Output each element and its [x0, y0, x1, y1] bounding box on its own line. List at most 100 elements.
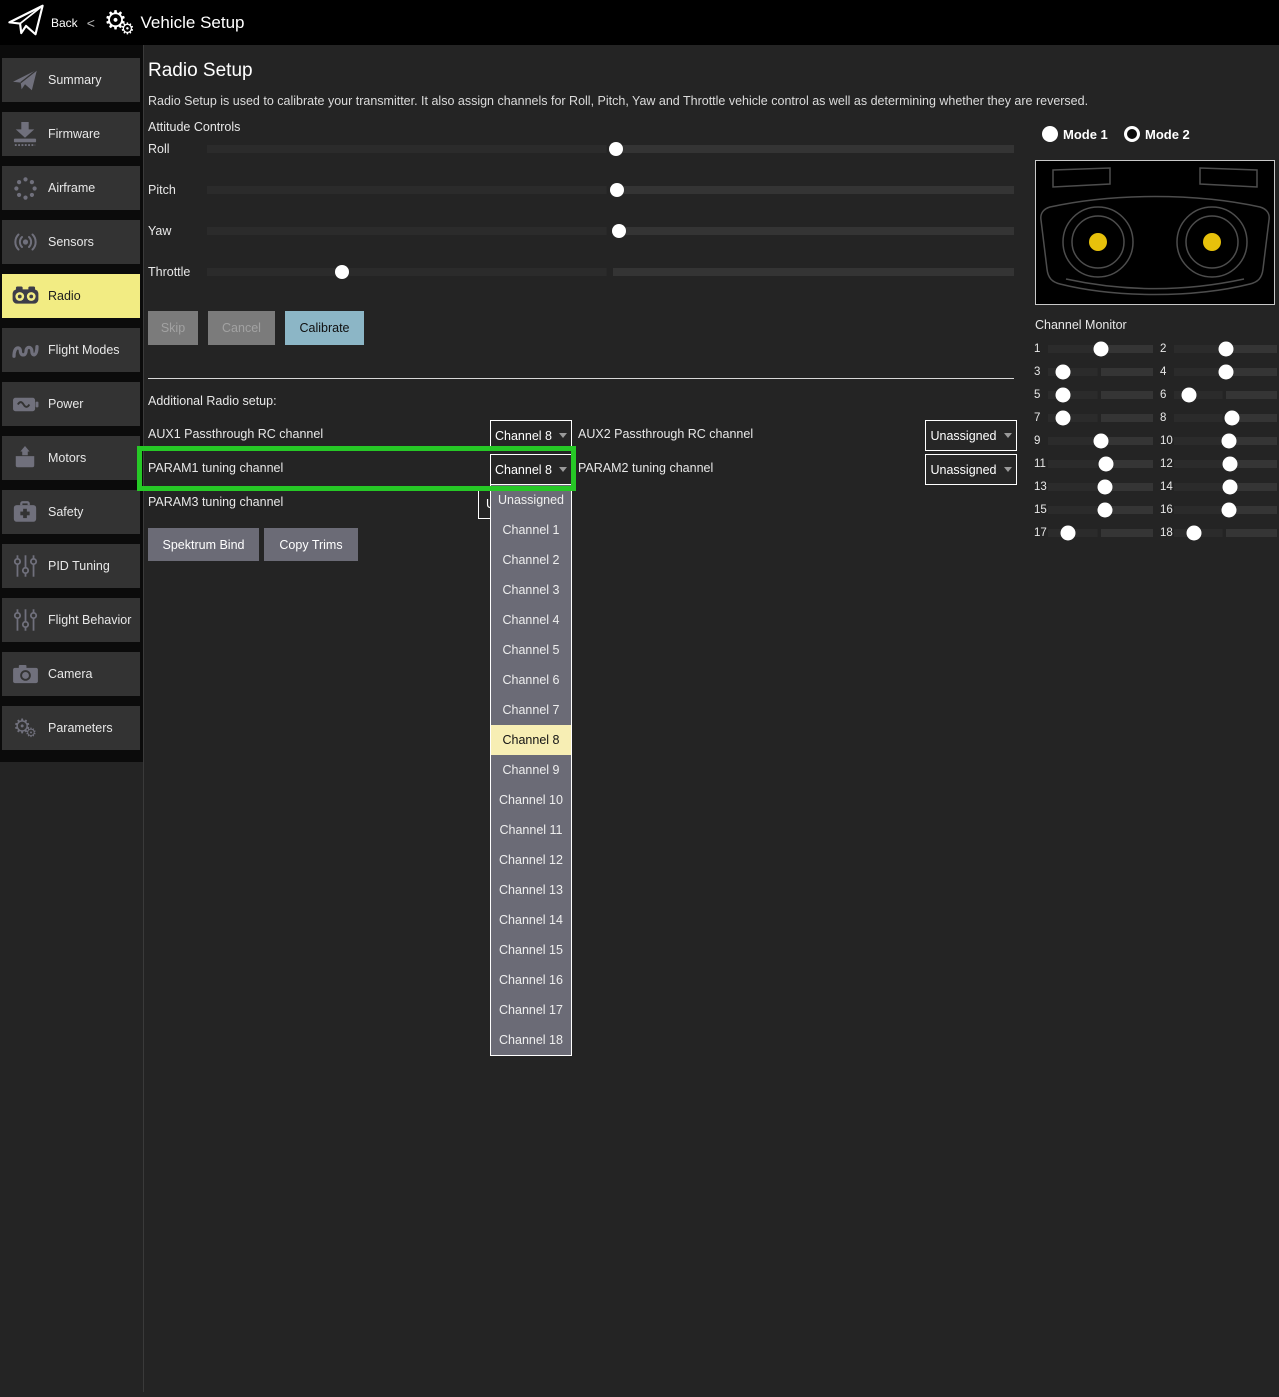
sidebar-item-radio[interactable]: Radio: [2, 274, 140, 318]
roll-slider-thumb[interactable]: [609, 142, 623, 156]
throttle-slider: [207, 268, 1014, 276]
breadcrumb-separator: <: [87, 15, 95, 31]
channel-dropdown-list: Unassigned Channel 1 Channel 2 Channel 3…: [490, 484, 572, 1056]
chevron-down-icon: [1004, 467, 1012, 472]
channel-monitor-row: 1 2: [1034, 337, 1276, 360]
dropdown-option[interactable]: Channel 12: [491, 845, 571, 875]
channel-number: 10: [1160, 435, 1172, 447]
channel-thumb: [1222, 456, 1237, 471]
channel-bar: [1174, 391, 1277, 399]
throttle-slider-thumb[interactable]: [335, 265, 349, 279]
param1-channel-dropdown[interactable]: Channel 8: [490, 454, 572, 485]
param3-label: PARAM3 tuning channel: [148, 495, 283, 509]
sidebar-item-flight-modes[interactable]: Flight Modes: [2, 328, 140, 372]
sidebar-item-label: Power: [48, 397, 83, 411]
channel-number: 13: [1034, 481, 1046, 493]
sidebar-item-firmware[interactable]: Firmware: [2, 112, 140, 156]
channel-bar: [1174, 506, 1277, 514]
mode1-label: Mode 1: [1063, 127, 1108, 142]
channel-bar: [1174, 460, 1277, 468]
spektrum-bind-button[interactable]: Spektrum Bind: [148, 528, 259, 561]
throttle-label: Throttle: [148, 265, 190, 279]
channel-bar: [1048, 391, 1153, 399]
sidebar-item-label: Flight Modes: [48, 343, 120, 357]
channel-number: 7: [1034, 412, 1046, 424]
channel-bar: [1048, 460, 1153, 468]
dropdown-option[interactable]: Channel 2: [491, 545, 571, 575]
sidebar-item-sensors[interactable]: Sensors: [2, 220, 140, 264]
dropdown-option[interactable]: Channel 10: [491, 785, 571, 815]
roll-slider: [207, 145, 1014, 153]
dropdown-option[interactable]: Channel 4: [491, 605, 571, 635]
sidebar-item-label: PID Tuning: [48, 559, 110, 573]
dropdown-option[interactable]: Channel 3: [491, 575, 571, 605]
dropdown-option[interactable]: Channel 14: [491, 905, 571, 935]
dropdown-option[interactable]: Channel 9: [491, 755, 571, 785]
dropdown-value: Channel 8: [495, 429, 552, 443]
dropdown-option-selected[interactable]: Channel 8: [491, 725, 571, 755]
pitch-slider-thumb[interactable]: [610, 183, 624, 197]
channel-bar: [1048, 506, 1153, 514]
channel-number: 12: [1160, 458, 1172, 470]
roll-label: Roll: [148, 142, 170, 156]
dropdown-option[interactable]: Channel 16: [491, 965, 571, 995]
sidebar-item-flight-behavior[interactable]: Flight Behavior: [2, 598, 140, 642]
dropdown-option[interactable]: Channel 13: [491, 875, 571, 905]
aux2-channel-dropdown[interactable]: Unassigned: [925, 420, 1017, 451]
mode1-radio-button[interactable]: [1042, 126, 1058, 142]
mode2-label: Mode 2: [1145, 127, 1190, 142]
channel-monitor-row: 17 18: [1034, 521, 1276, 544]
yaw-label: Yaw: [148, 224, 171, 238]
dropdown-option[interactable]: Channel 6: [491, 665, 571, 695]
dropdown-value: Unassigned: [930, 463, 996, 477]
sidebar-item-camera[interactable]: Camera: [2, 652, 140, 696]
dropdown-option[interactable]: Channel 18: [491, 1025, 571, 1055]
dropdown-option[interactable]: Unassigned: [491, 485, 571, 515]
section-divider: [148, 378, 1014, 379]
aux2-label: AUX2 Passthrough RC channel: [578, 427, 753, 441]
channel-bar: [1174, 437, 1277, 445]
channel-bar: [1048, 368, 1153, 376]
sliders-icon: [2, 608, 48, 632]
aux1-channel-dropdown[interactable]: Channel 8: [490, 420, 572, 451]
copy-trims-button[interactable]: Copy Trims: [264, 528, 358, 561]
sidebar-item-motors[interactable]: Motors: [2, 436, 140, 480]
pitch-label: Pitch: [148, 183, 176, 197]
sidebar-item-label: Motors: [48, 451, 86, 465]
yaw-slider-thumb[interactable]: [612, 224, 626, 238]
channel-bar: [1048, 345, 1153, 353]
param2-channel-dropdown[interactable]: Unassigned: [925, 454, 1017, 485]
battery-icon: [2, 393, 48, 416]
dropdown-option[interactable]: Channel 15: [491, 935, 571, 965]
qgc-paper-plane-logo[interactable]: [7, 3, 45, 42]
sidebar-item-airframe[interactable]: Airframe: [2, 166, 140, 210]
sidebar-item-summary[interactable]: Summary: [2, 58, 140, 102]
sidebar-item-label: Parameters: [48, 721, 113, 735]
dropdown-option[interactable]: Channel 17: [491, 995, 571, 1025]
sidebar-item-power[interactable]: Power: [2, 382, 140, 426]
radio-setup-title: Radio Setup: [148, 60, 253, 82]
sidebar-item-parameters[interactable]: ⚙⚙ Parameters: [2, 706, 140, 750]
page-title: Vehicle Setup: [141, 13, 245, 33]
mode2-radio-button[interactable]: [1124, 126, 1140, 142]
dropdown-option[interactable]: Channel 7: [491, 695, 571, 725]
gears-icon: ⚙⚙: [2, 717, 48, 739]
channel-number: 9: [1034, 435, 1046, 447]
channel-thumb: [1055, 387, 1070, 402]
channel-bar: [1048, 437, 1153, 445]
back-button[interactable]: Back: [51, 16, 78, 30]
sidebar-item-safety[interactable]: Safety: [2, 490, 140, 534]
dropdown-option[interactable]: Channel 1: [491, 515, 571, 545]
skip-button[interactable]: Skip: [148, 311, 198, 345]
cancel-button[interactable]: Cancel: [208, 311, 275, 345]
dropdown-option[interactable]: Channel 5: [491, 635, 571, 665]
calibrate-button[interactable]: Calibrate: [285, 311, 364, 345]
sidebar-item-pid-tuning[interactable]: PID Tuning: [2, 544, 140, 588]
yaw-slider: [207, 227, 1014, 235]
channel-bar: [1048, 414, 1153, 422]
param2-label: PARAM2 tuning channel: [578, 461, 713, 475]
channel-bar: [1048, 529, 1153, 537]
dropdown-option[interactable]: Channel 11: [491, 815, 571, 845]
firmware-download-icon: [2, 122, 48, 146]
channel-monitor-row: 13 14: [1034, 475, 1276, 498]
